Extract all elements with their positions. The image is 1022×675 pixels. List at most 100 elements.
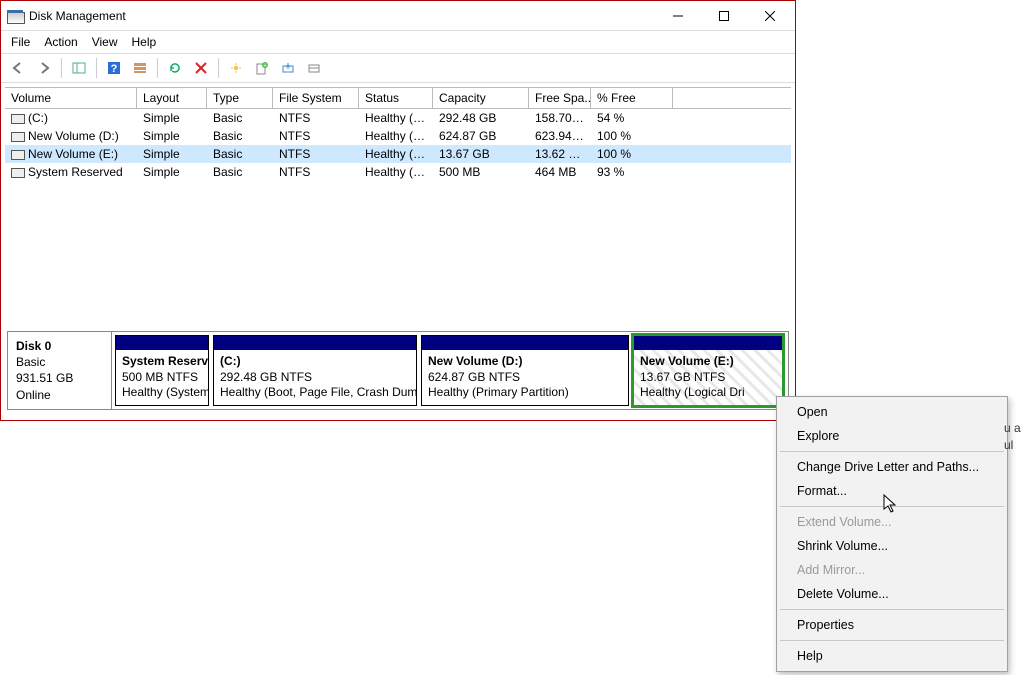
vol-free: 464 MB <box>529 164 591 180</box>
ctx-format[interactable]: Format... <box>779 479 1005 503</box>
vol-capacity: 624.87 GB <box>433 128 529 144</box>
partition-status: Healthy (Logical Dri <box>640 385 745 399</box>
vol-type: Basic <box>207 164 273 180</box>
col-capacity[interactable]: Capacity <box>433 88 529 108</box>
vol-status: Healthy (L... <box>359 146 433 162</box>
partition[interactable]: System Reserv 500 MB NTFSHealthy (System <box>115 335 209 406</box>
menu-help[interactable]: Help <box>132 35 157 49</box>
vol-pct: 100 % <box>591 146 673 162</box>
disk-management-window: Disk Management File Action View Help ? … <box>0 0 796 421</box>
close-button[interactable] <box>747 1 793 31</box>
partition[interactable]: New Volume (E:)13.67 GB NTFSHealthy (Log… <box>633 335 783 406</box>
refresh-icon[interactable] <box>164 57 186 79</box>
ctx-add-mirror: Add Mirror... <box>779 558 1005 582</box>
disk-graphical-view: Disk 0 Basic 931.51 GB Online System Res… <box>1 327 795 420</box>
back-icon[interactable] <box>7 57 29 79</box>
vol-layout: Simple <box>137 164 207 180</box>
ctx-help[interactable]: Help <box>779 644 1005 668</box>
partition-name: New Volume (D:) <box>428 354 522 368</box>
vol-status: Healthy (P... <box>359 128 433 144</box>
partition[interactable]: New Volume (D:) 624.87 GB NTFSHealthy (Pr… <box>421 335 629 406</box>
partition[interactable]: (C:) 292.48 GB NTFSHealthy (Boot, Page Fi… <box>213 335 417 406</box>
partition-name: New Volume (E:) <box>640 354 734 368</box>
partition-name: (C:) <box>220 354 241 368</box>
disk-type: Basic <box>16 355 45 369</box>
menubar: File Action View Help <box>1 31 795 54</box>
forward-icon[interactable] <box>33 57 55 79</box>
ctx-change-drive-letter[interactable]: Change Drive Letter and Paths... <box>779 455 1005 479</box>
vol-free: 158.70 GB <box>529 110 591 126</box>
col-volume[interactable]: Volume <box>5 88 137 108</box>
ctx-properties[interactable]: Properties <box>779 613 1005 637</box>
vol-fs: NTFS <box>273 146 359 162</box>
ctx-delete-volume[interactable]: Delete Volume... <box>779 582 1005 606</box>
help-icon[interactable]: ? <box>103 57 125 79</box>
partition-bar <box>214 336 416 350</box>
detach-icon[interactable] <box>303 57 325 79</box>
partition-bar <box>116 336 208 350</box>
vol-capacity: 292.48 GB <box>433 110 529 126</box>
vol-free: 623.94 GB <box>529 128 591 144</box>
table-row[interactable]: System ReservedSimpleBasicNTFSHealthy (S… <box>5 163 791 181</box>
wizard-icon[interactable] <box>225 57 247 79</box>
col-free[interactable]: Free Spa... <box>529 88 591 108</box>
col-pctfree[interactable]: % Free <box>591 88 673 108</box>
vol-name: New Volume (E:) <box>28 147 118 161</box>
titlebar[interactable]: Disk Management <box>1 1 795 31</box>
minimize-button[interactable] <box>655 1 701 31</box>
disk-row: Disk 0 Basic 931.51 GB Online System Res… <box>7 331 789 410</box>
partition-size: 624.87 GB NTFS <box>428 370 520 384</box>
vol-type: Basic <box>207 110 273 126</box>
table-row[interactable]: New Volume (E:) SimpleBasicNTFSHealthy (L… <box>5 145 791 163</box>
svg-text:+: + <box>263 63 267 70</box>
vol-name: (C:) <box>28 111 48 125</box>
drive-icon <box>11 132 25 142</box>
cropped-text: u aul <box>1004 420 1021 454</box>
vol-fs: NTFS <box>273 110 359 126</box>
new-icon[interactable]: + <box>251 57 273 79</box>
vol-pct: 100 % <box>591 128 673 144</box>
menu-action[interactable]: Action <box>44 35 77 49</box>
partition-status: Healthy (Primary Partition) <box>428 385 569 399</box>
drive-icon <box>11 150 25 160</box>
partition-size: 292.48 GB NTFS <box>220 370 312 384</box>
vol-name: System Reserved <box>28 165 123 179</box>
vol-type: Basic <box>207 128 273 144</box>
svg-text:?: ? <box>111 63 118 75</box>
ctx-explore[interactable]: Explore <box>779 424 1005 448</box>
table-row[interactable]: (C:)SimpleBasicNTFSHealthy (B...292.48 G… <box>5 109 791 127</box>
col-status[interactable]: Status <box>359 88 433 108</box>
col-type[interactable]: Type <box>207 88 273 108</box>
col-fs[interactable]: File System <box>273 88 359 108</box>
attach-icon[interactable] <box>277 57 299 79</box>
disk-label: Disk 0 <box>16 339 51 353</box>
list-icon[interactable] <box>129 57 151 79</box>
disk-info[interactable]: Disk 0 Basic 931.51 GB Online <box>8 332 112 409</box>
column-headers: Volume Layout Type File System Status Ca… <box>5 87 791 109</box>
partition-size: 500 MB NTFS <box>122 370 198 384</box>
partition-status: Healthy (System <box>122 385 208 399</box>
disk-state: Online <box>16 388 51 402</box>
vol-fs: NTFS <box>273 128 359 144</box>
window-title: Disk Management <box>29 9 126 23</box>
vol-layout: Simple <box>137 146 207 162</box>
vol-type: Basic <box>207 146 273 162</box>
vol-fs: NTFS <box>273 164 359 180</box>
partition-status: Healthy (Boot, Page File, Crash Dum <box>220 385 416 399</box>
vol-name: New Volume (D:) <box>28 129 119 143</box>
ctx-shrink-volume[interactable]: Shrink Volume... <box>779 534 1005 558</box>
maximize-button[interactable] <box>701 1 747 31</box>
partition-name: System Reserv <box>122 354 208 368</box>
show-hide-icon[interactable] <box>68 57 90 79</box>
ctx-open[interactable]: Open <box>779 400 1005 424</box>
vol-layout: Simple <box>137 128 207 144</box>
menu-view[interactable]: View <box>92 35 118 49</box>
table-row[interactable]: New Volume (D:) SimpleBasicNTFSHealthy (P… <box>5 127 791 145</box>
volume-list[interactable]: Volume Layout Type File System Status Ca… <box>5 87 791 323</box>
vol-pct: 54 % <box>591 110 673 126</box>
vol-free: 13.62 GB <box>529 146 591 162</box>
delete-icon[interactable] <box>190 57 212 79</box>
menu-file[interactable]: File <box>11 35 30 49</box>
col-layout[interactable]: Layout <box>137 88 207 108</box>
context-menu: Open Explore Change Drive Letter and Pat… <box>776 396 1008 672</box>
